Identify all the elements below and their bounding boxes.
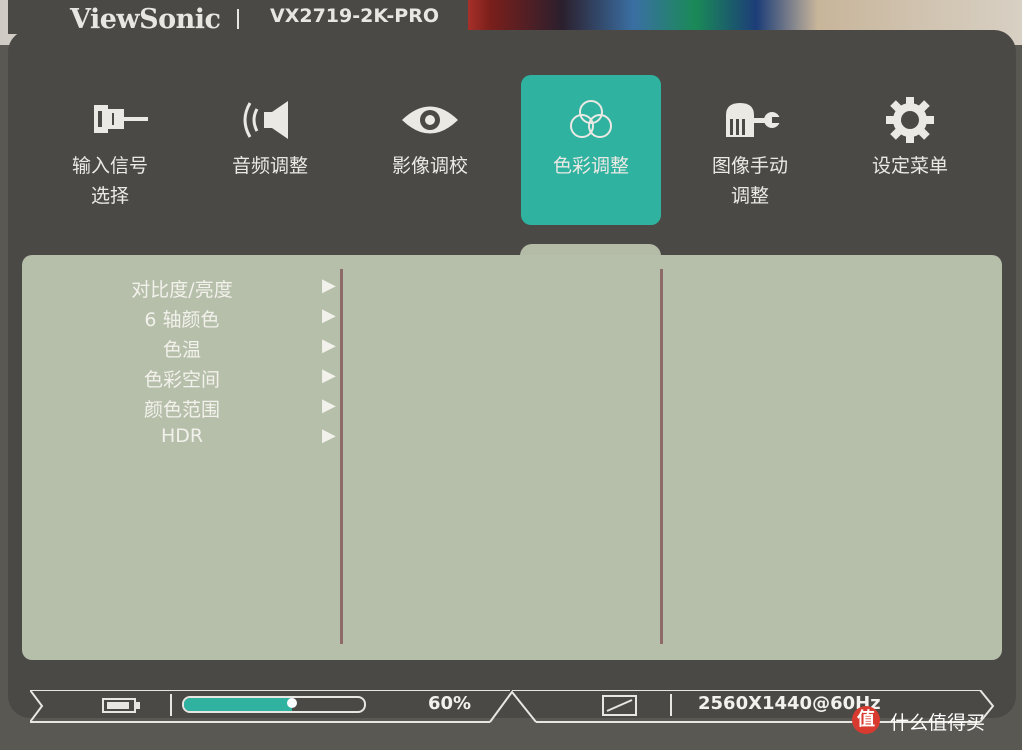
menu-item-color-space[interactable]: 色彩空间 ▶ <box>117 363 337 393</box>
menu-item-hdr[interactable]: HDR ▶ <box>117 423 337 453</box>
brand-separator <box>237 9 239 29</box>
volume-percent: 60% <box>428 693 472 714</box>
speaker-icon <box>243 101 288 139</box>
menu-item-label: 对比度/亮度 <box>131 279 233 301</box>
arrow-right-icon: ▶ <box>322 335 336 356</box>
menu-item-label: 色温 <box>162 339 201 361</box>
arrow-right-icon: ▶ <box>322 305 336 326</box>
tab-settings[interactable]: 设定菜单 <box>840 75 980 225</box>
brand-name: ViewSonic <box>70 4 221 35</box>
tab-input-select[interactable]: 输入信号 选择 <box>40 75 180 225</box>
status-separator <box>670 694 672 716</box>
input-plug-icon <box>94 105 148 133</box>
arrow-right-icon: ▶ <box>322 425 336 446</box>
menu-item-label: 6 轴颜色 <box>144 309 220 331</box>
status-separator <box>170 694 172 716</box>
tab-manual-image[interactable]: 图像手动 调整 <box>680 75 820 225</box>
gear-icon <box>886 97 934 143</box>
battery-icon <box>102 698 140 713</box>
tab-audio[interactable]: 音频调整 <box>200 75 340 225</box>
brand-header: ViewSonic VX2719-2K-PRO <box>8 0 468 35</box>
content-panel: 对比度/亮度 ▶ 6 轴颜色 ▶ 色温 ▶ 色彩空间 ▶ 颜色范围 ▶ HDR … <box>22 255 1002 660</box>
tab-label: 影像调校 <box>391 155 468 177</box>
arrow-right-icon: ▶ <box>322 395 336 416</box>
watermark-logo: 值 <box>852 706 880 734</box>
resolution-readout: 2560X1440@60Hz <box>698 693 881 714</box>
tab-label: 设定菜单 <box>871 155 948 177</box>
menu-item-color-temp[interactable]: 色温 ▶ <box>117 333 337 363</box>
volume-slider-fill <box>184 698 292 711</box>
arrow-right-icon: ▶ <box>322 365 336 386</box>
status-bar: 60% 2560X1440@60Hz <box>30 690 995 723</box>
menu-item-label: 色彩空间 <box>143 369 220 391</box>
color-circles-icon <box>570 100 612 138</box>
model-name: VX2719-2K-PRO <box>270 5 440 27</box>
eye-icon <box>402 106 458 134</box>
watermark-text: 什么值得买 <box>890 712 986 734</box>
menu-item-6-axis-color[interactable]: 6 轴颜色 ▶ <box>117 303 337 333</box>
column-divider-2 <box>660 269 663 644</box>
color-menu: 对比度/亮度 ▶ 6 轴颜色 ▶ 色温 ▶ 色彩空间 ▶ 颜色范围 ▶ HDR … <box>117 273 337 453</box>
tab-image-adjust[interactable]: 影像调校 <box>360 75 500 225</box>
tab-color-adjust[interactable]: 色彩调整 <box>521 75 661 225</box>
tab-label: 图像手动 调整 <box>711 155 788 207</box>
menu-item-contrast-brightness[interactable]: 对比度/亮度 ▶ <box>117 273 337 303</box>
tab-bar: 输入信号 选择 音频调整 影像调校 色彩调整 图像手动 调整 设定菜单 <box>30 75 990 225</box>
menu-item-color-range[interactable]: 颜色范围 ▶ <box>117 393 337 423</box>
column-divider-1 <box>340 269 343 644</box>
tab-label: 输入信号 选择 <box>71 155 148 207</box>
arrow-right-icon: ▶ <box>322 275 336 296</box>
hand-wrench-icon <box>726 103 780 137</box>
menu-item-label: 颜色范围 <box>143 399 220 421</box>
menu-item-label: HDR <box>160 425 204 447</box>
tab-label: 音频调整 <box>231 155 308 177</box>
display-mode-icon <box>602 695 637 716</box>
tab-label: 色彩调整 <box>552 155 629 177</box>
volume-slider[interactable] <box>182 696 366 713</box>
